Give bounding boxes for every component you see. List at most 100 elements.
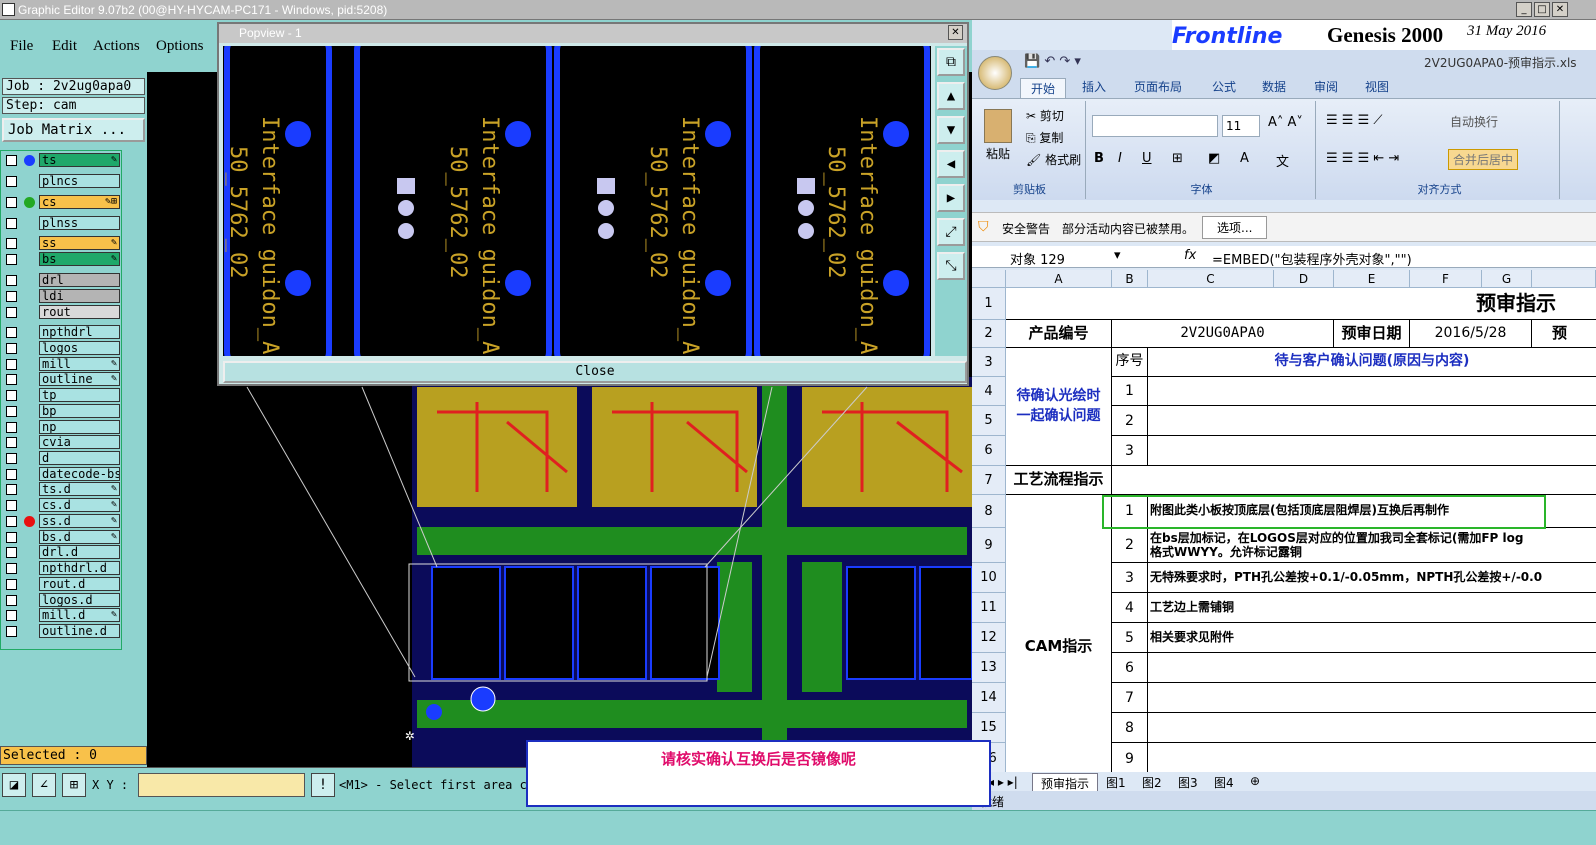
cam-instruction-5[interactable]: 相关要求见附件 <box>1148 623 1596 653</box>
snap-icon[interactable]: ◪ <box>2 773 26 797</box>
corner-cell[interactable] <box>972 270 1006 288</box>
layer-row[interactable]: npthdrl.d <box>3 561 120 575</box>
grow-font-icon[interactable]: A˄ A˅ <box>1268 115 1303 130</box>
layer-name[interactable]: bp <box>39 404 120 418</box>
tab-page-layout[interactable]: 页面布局 <box>1134 78 1182 95</box>
menu-file[interactable]: File <box>10 38 33 55</box>
issue-cell[interactable] <box>1148 436 1596 466</box>
cam-instruction-7[interactable] <box>1148 683 1596 713</box>
process-blank[interactable] <box>1112 466 1596 495</box>
layer-name[interactable]: outline ✎ <box>39 372 120 386</box>
layer-row[interactable]: tp <box>3 388 120 402</box>
layer-row[interactable]: logos.d <box>3 593 120 607</box>
qat-save-icon[interactable]: 💾 ↶ ↷ ▾ <box>1024 54 1081 69</box>
layer-row[interactable]: outline.d <box>3 624 120 638</box>
sheet-title[interactable]: 预审指示 <box>1006 288 1596 320</box>
security-options-button[interactable]: 选项... <box>1202 216 1268 239</box>
font-name-select[interactable] <box>1092 115 1218 137</box>
layer-row[interactable]: mill.d ✎ <box>3 608 120 622</box>
job-matrix-button[interactable]: Job Matrix ... <box>2 118 145 142</box>
row-header[interactable]: 10 <box>972 563 1006 593</box>
row-header[interactable]: 4 <box>972 377 1006 406</box>
seq-cell[interactable]: 4 <box>1112 593 1148 623</box>
layer-row[interactable]: mill ✎ <box>3 357 120 371</box>
seq-cell[interactable]: 2 <box>1112 528 1148 563</box>
seq-cell[interactable]: 6 <box>1112 653 1148 683</box>
layer-checkbox[interactable] <box>6 500 17 511</box>
align-left-icon[interactable]: ☰ ☰ ☰ ⇤ ⇥ <box>1326 151 1399 166</box>
layer-checkbox[interactable] <box>6 343 17 354</box>
layer-name[interactable]: ts ✎ <box>39 153 120 167</box>
seq-cell[interactable]: 3 <box>1112 563 1148 593</box>
sheet-tab-fig4[interactable]: 图4 <box>1214 774 1234 791</box>
seq-cell[interactable]: 2 <box>1112 406 1148 436</box>
name-box[interactable]: 对象 129 <box>1010 249 1065 268</box>
layer-row[interactable]: drl <box>3 273 120 287</box>
issue-header[interactable]: 待与客户确认问题(原因与内容) <box>1148 348 1596 377</box>
layer-row[interactable]: npthdrl <box>3 325 120 339</box>
layer-checkbox[interactable] <box>6 176 17 187</box>
pending-issues-label[interactable]: 待确认光绘时 一起确认问题 <box>1006 348 1112 466</box>
layer-name[interactable]: logos <box>39 341 120 355</box>
layer-checkbox[interactable] <box>6 327 17 338</box>
seq-cell[interactable]: 8 <box>1112 713 1148 743</box>
layer-checkbox[interactable] <box>6 406 17 417</box>
layer-checkbox[interactable] <box>6 275 17 286</box>
sheet-tab-fig2[interactable]: 图2 <box>1142 774 1162 791</box>
layer-row[interactable]: rout <box>3 305 120 319</box>
tab-review[interactable]: 审阅 <box>1314 78 1338 95</box>
layer-name[interactable]: ts.d ✎ <box>39 482 120 496</box>
fill-color-icon[interactable]: ◩ <box>1208 151 1220 166</box>
layer-row[interactable]: d <box>3 451 120 465</box>
menu-edit[interactable]: Edit <box>52 38 77 55</box>
layer-name[interactable]: logos.d <box>39 593 120 607</box>
layer-row[interactable]: plnss <box>3 216 120 230</box>
cam-instruction-4[interactable]: 工艺边上需铺铜 <box>1148 593 1596 623</box>
sheet-tab-fig3[interactable]: 图3 <box>1178 774 1198 791</box>
cam-instruction-6[interactable] <box>1148 653 1596 683</box>
layer-checkbox[interactable] <box>6 374 17 385</box>
cam-instruction-8[interactable] <box>1148 713 1596 743</box>
popview-close-icon[interactable]: ✕ <box>948 25 963 40</box>
layer-row[interactable]: plncs <box>3 174 120 188</box>
align-top-icon[interactable]: ☰ ☰ ☰ ⟋ <box>1326 113 1382 128</box>
layer-row[interactable]: cs.d ✎ <box>3 498 120 512</box>
layer-checkbox[interactable] <box>6 155 17 166</box>
wrap-text-button[interactable]: 自动换行 <box>1450 113 1498 130</box>
col-header-b[interactable]: B <box>1112 270 1148 288</box>
menu-actions[interactable]: Actions <box>93 38 140 55</box>
layer-row[interactable]: logos <box>3 341 120 355</box>
review-date-value[interactable]: 2016/5/28 <box>1410 320 1532 348</box>
row-header[interactable]: 11 <box>972 593 1006 623</box>
tab-data[interactable]: 数据 <box>1262 78 1286 95</box>
layer-checkbox[interactable] <box>6 291 17 302</box>
layer-name[interactable]: rout <box>39 305 120 319</box>
layer-name[interactable]: ldi <box>39 289 120 303</box>
layer-name[interactable]: npthdrl.d <box>39 561 120 575</box>
row-header[interactable]: 1 <box>972 288 1006 320</box>
layer-row[interactable]: datecode-bs <box>3 467 120 481</box>
merge-center-button[interactable]: 合并后居中 <box>1448 149 1519 170</box>
row-header[interactable]: 8 <box>972 495 1006 528</box>
layer-row[interactable]: ss.d ✎ <box>3 514 120 528</box>
minimize-button[interactable]: _ <box>1516 2 1532 17</box>
row-header[interactable]: 9 <box>972 528 1006 563</box>
layer-name[interactable]: rout.d <box>39 577 120 591</box>
tab-home[interactable]: 开始 <box>1020 78 1067 99</box>
paste-icon[interactable] <box>984 109 1012 143</box>
row-header[interactable]: 3 <box>972 348 1006 377</box>
cut-button[interactable]: ✂ 剪切 <box>1026 107 1064 124</box>
font-color-icon[interactable]: A <box>1240 151 1249 166</box>
row-header[interactable]: 2 <box>972 320 1006 348</box>
underline-icon[interactable]: U <box>1142 151 1152 166</box>
popview-canvas[interactable]: Interface guidon_A 50_5762_02 Interface gu… <box>223 46 931 356</box>
product-no-value[interactable]: 2V2UG0APA0 <box>1112 320 1334 348</box>
pan-down-icon[interactable]: ▼ <box>937 116 965 144</box>
font-size-select[interactable]: 11 <box>1222 115 1260 137</box>
layer-name[interactable]: mill.d ✎ <box>39 608 120 622</box>
layer-name[interactable]: d <box>39 451 120 465</box>
pan-up-icon[interactable]: ▲ <box>937 82 965 110</box>
row-header[interactable]: 12 <box>972 623 1006 653</box>
layer-checkbox[interactable] <box>6 484 17 495</box>
layer-row[interactable]: outline ✎ <box>3 372 120 386</box>
